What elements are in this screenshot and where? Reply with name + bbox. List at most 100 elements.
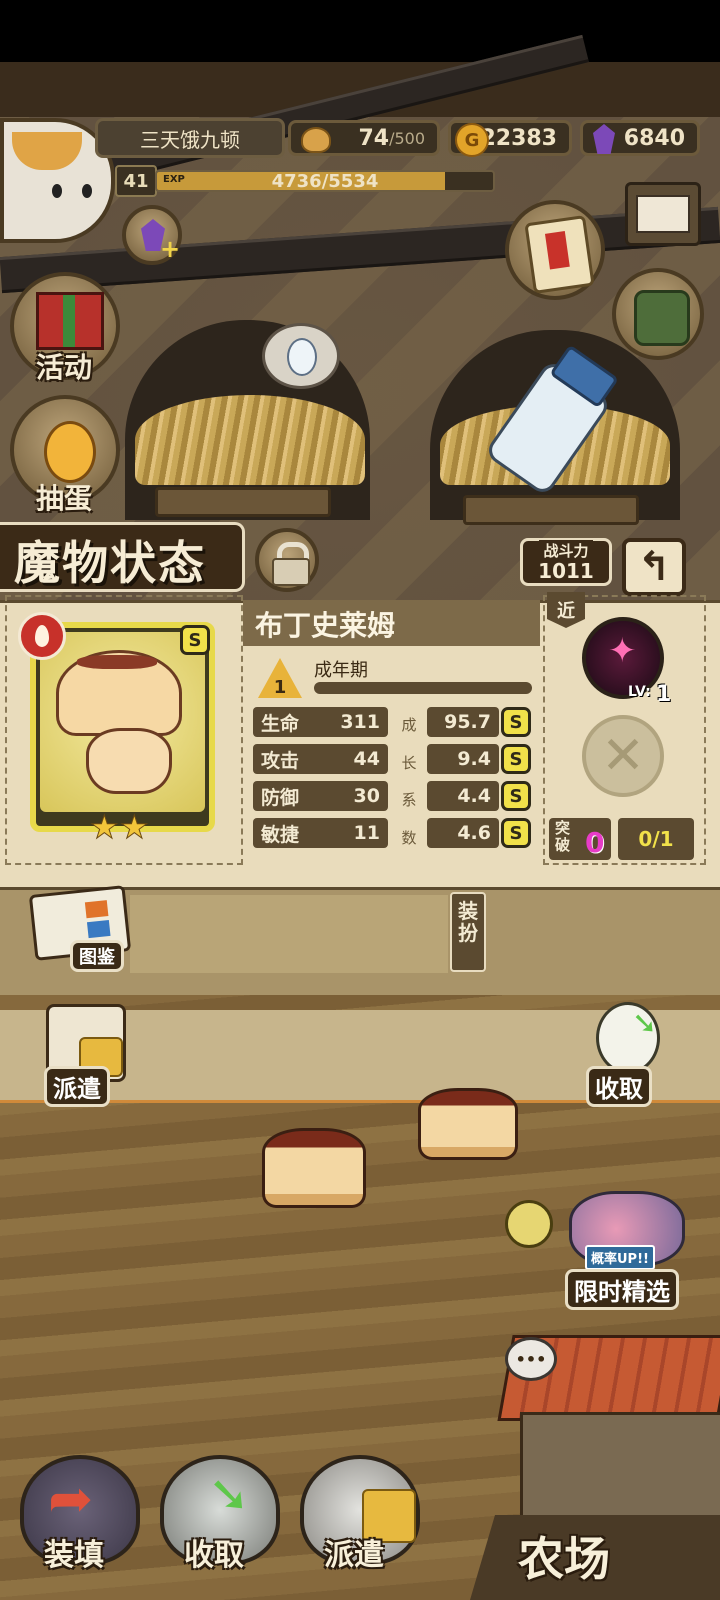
- monster-name-bar: 布丁史莱姆: [243, 600, 540, 646]
- stat-row-2: 防御 30: [253, 781, 388, 811]
- stat-value: 11: [353, 822, 380, 844]
- stat-value: 44: [353, 748, 380, 770]
- pudding-slime-body: [86, 728, 172, 794]
- activity-label: 活动: [36, 351, 93, 384]
- chick-monster[interactable]: [505, 1200, 553, 1248]
- limited-selection-label: 限时精选: [565, 1269, 679, 1310]
- stat-value: 311: [340, 711, 380, 733]
- stage-name: 成年期: [314, 660, 368, 681]
- backpack-icon: [634, 290, 690, 346]
- player-name: 三天饿九顿: [95, 118, 285, 158]
- scroll-icon: [524, 215, 595, 294]
- skill-slot-1[interactable]: ✦: [582, 617, 664, 699]
- pudding-slime-monster[interactable]: [262, 1128, 366, 1208]
- skill-level-value: 1: [656, 682, 672, 707]
- gift-box-icon: [36, 292, 104, 350]
- back-button[interactable]: ↰: [622, 538, 686, 596]
- breakthrough-label: 突破: [555, 819, 571, 854]
- grade-badge: S: [501, 818, 531, 848]
- buy-gems-button[interactable]: +: [122, 205, 182, 265]
- farm-barn[interactable]: [520, 1412, 720, 1528]
- collect-side-button[interactable]: ➘ 收取: [582, 1000, 672, 1107]
- illustrated-book-button[interactable]: 图鉴: [28, 885, 132, 972]
- green-arrow-icon: ➘: [208, 1465, 250, 1523]
- combat-power-box: 战斗力 1011: [520, 538, 612, 586]
- close-x-icon: ✕: [601, 726, 645, 786]
- nest-plank-left: [155, 487, 331, 517]
- stat-label: 防御: [261, 786, 300, 809]
- stat-label: 生命: [261, 712, 300, 735]
- plus-icon: +: [160, 235, 181, 263]
- stat-row-3: 敏捷 11: [253, 818, 388, 848]
- stat-row-0: 生命 311: [253, 707, 388, 737]
- breakthrough-count: 0: [585, 826, 605, 859]
- star-icon: ★: [120, 808, 150, 847]
- bag-button[interactable]: [612, 268, 704, 360]
- monster-status-title: 魔物状态: [14, 536, 206, 590]
- mail-button[interactable]: [625, 182, 701, 246]
- collect-label: 收取: [184, 1538, 244, 1573]
- straw-nest-left[interactable]: [135, 395, 365, 485]
- fire-element-icon: [18, 612, 66, 660]
- skill-slot-2-empty[interactable]: ✕: [582, 715, 664, 797]
- gacha-button[interactable]: 抽蛋: [10, 395, 120, 515]
- skill-level-label: LV:: [628, 684, 651, 700]
- load-label: 装填: [44, 1538, 104, 1573]
- growth-coefficient-label: 成长系数: [401, 716, 417, 847]
- lock-icon: [272, 558, 310, 586]
- stage-number: 1: [273, 677, 287, 698]
- stat-label: 攻击: [261, 749, 300, 772]
- purple-gem-icon: [593, 124, 615, 154]
- growth-value: 9.4: [427, 744, 499, 774]
- egg-speech-bubble[interactable]: [262, 323, 340, 389]
- exp-bar: EXP 4736/5534: [155, 170, 495, 192]
- exp-text: 4736/5534: [271, 171, 379, 192]
- combat-power-value: 1011: [538, 559, 594, 583]
- illustrated-label: 图鉴: [70, 940, 124, 972]
- stats-table: 生命 311 95.7 S 攻击 44 9.4 S 防御 30 4.4 S 敏捷…: [253, 707, 535, 857]
- star-icon: ★: [90, 808, 120, 847]
- nest-plank-right: [463, 495, 639, 525]
- stat-value: 30: [353, 785, 380, 807]
- monster-status-title-bar: 魔物状态: [0, 522, 245, 592]
- grade-badge: S: [501, 744, 531, 774]
- stamina-max: /500: [389, 128, 425, 148]
- dress-up-button[interactable]: 装扮: [450, 892, 486, 972]
- shelf-slot: [130, 895, 448, 973]
- star-rating: ★ ★: [90, 808, 160, 847]
- growth-value: 4.6: [427, 818, 499, 848]
- grade-badge: S: [501, 707, 531, 737]
- rank-badge: S: [180, 625, 210, 655]
- player-level: 41: [115, 165, 157, 197]
- breakthrough-progress: 0/1: [618, 818, 694, 860]
- stamina-value: 74: [358, 125, 390, 151]
- bread-icon: [301, 127, 331, 153]
- quest-scroll-button[interactable]: [505, 200, 605, 300]
- golden-egg-icon: [44, 421, 96, 483]
- stat-label: 敏捷: [261, 823, 300, 846]
- envelope-icon: [636, 195, 690, 233]
- pudding-slime-head: [56, 650, 182, 736]
- return-arrow-icon: ↰: [637, 544, 671, 590]
- pudding-slime-monster[interactable]: [418, 1088, 518, 1160]
- rate-up-tag: 概率UP!!: [585, 1245, 655, 1270]
- lock-button[interactable]: [255, 528, 319, 592]
- dispatch-side-button[interactable]: 派遣: [40, 1000, 130, 1107]
- breakthrough-box: 突破 0: [549, 818, 611, 860]
- dispatch-side-label: 派遣: [44, 1066, 110, 1107]
- gold-value: 22383: [480, 125, 557, 151]
- gacha-label: 抽蛋: [36, 482, 93, 515]
- combat-power-label: 战斗力: [539, 540, 593, 561]
- growth-value: 4.4: [427, 781, 499, 811]
- limited-selection-button[interactable]: 概率UP!! 限时精选: [555, 1185, 695, 1310]
- stamina-counter[interactable]: 74/500: [288, 120, 440, 156]
- farm-button[interactable]: 农场: [470, 1515, 720, 1600]
- chat-bubble-icon[interactable]: •••: [505, 1337, 557, 1381]
- gem-counter[interactable]: 6840: [580, 120, 700, 156]
- activity-button[interactable]: 活动: [10, 272, 120, 384]
- growth-value: 95.7: [427, 707, 499, 737]
- collect-side-label: 收取: [586, 1066, 652, 1107]
- gold-counter[interactable]: G 22383: [448, 120, 572, 157]
- egg-icon: [287, 338, 317, 376]
- monster-name: 布丁史莱姆: [255, 609, 396, 642]
